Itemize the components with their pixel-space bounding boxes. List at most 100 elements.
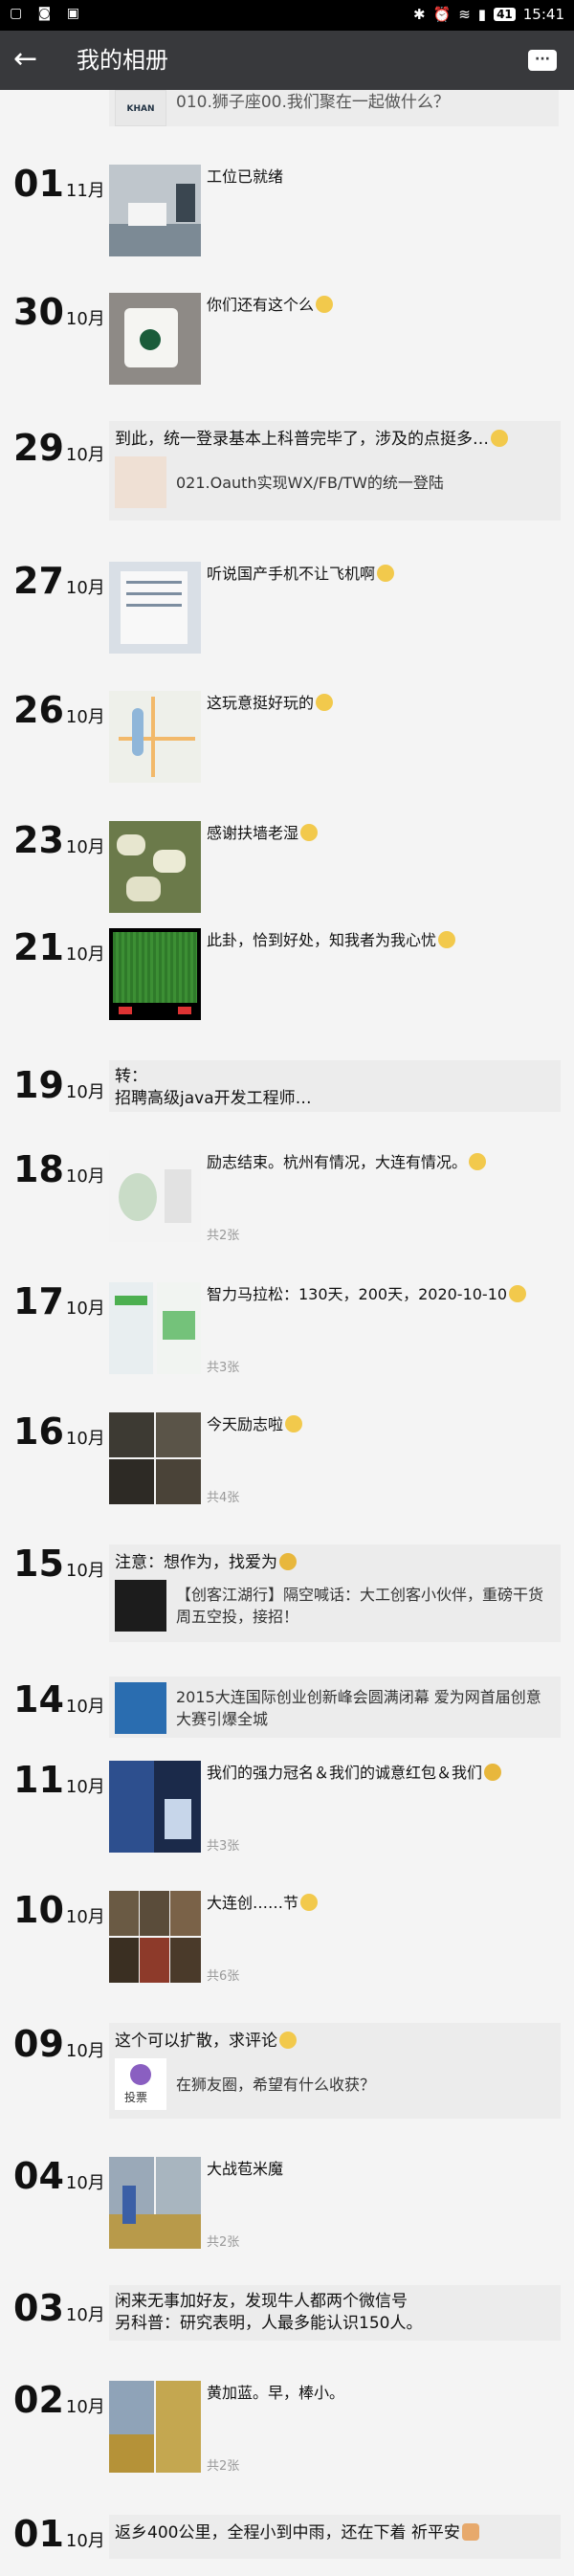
- entry-day: 02: [13, 2379, 64, 2421]
- entry-date: 23 10月: [13, 821, 105, 867]
- entry-date: 17 10月: [13, 1282, 105, 1328]
- entry-day: 10: [13, 1889, 64, 1931]
- smile-emoji-icon: [438, 931, 456, 948]
- entry-month: 10月: [65, 1907, 105, 1927]
- entry-date: 15 10月: [13, 1544, 105, 1590]
- cool-emoji-icon: [484, 1764, 502, 1781]
- message-icon[interactable]: ···: [528, 50, 557, 71]
- map-photo[interactable]: [109, 691, 201, 783]
- entry-month: 10月: [65, 2531, 105, 2551]
- shared-text-card[interactable]: 闲来无事加好友，发现牛人都两个微信号 另科普：研究表明，人最多能认识150人。: [109, 2285, 561, 2341]
- wifi-icon: ≋: [458, 6, 471, 23]
- notice-photo[interactable]: [109, 562, 201, 654]
- office-photo[interactable]: [109, 165, 201, 256]
- vote-title: 在狮友圈，希望有什么收获？: [176, 2075, 376, 2094]
- entry-date: 16 10月: [13, 1412, 105, 1458]
- linked-article[interactable]: 2015大连国际创业创新峰会圆满闭幕 爱为网首届创意大赛引爆全城: [109, 1677, 561, 1740]
- battery-level: 41: [494, 8, 516, 21]
- entry-caption: 你们还有这个么: [207, 295, 561, 316]
- pray-emoji-icon: [461, 2523, 479, 2541]
- shared-text-card[interactable]: 返乡400公里，全程小到中雨，还在下着 祈平安: [109, 2515, 561, 2559]
- entry-day: 14: [13, 1678, 64, 1721]
- shared-link-card[interactable]: KHAN 010.狮子座00.我们聚在一起做什么？: [109, 90, 559, 126]
- clock: 15:41: [522, 6, 564, 23]
- card-text: 返乡400公里，全程小到中雨，还在下着 祈平安: [109, 2515, 561, 2544]
- entry-month: 10月: [65, 1429, 105, 1449]
- field-photo[interactable]: [109, 2381, 201, 2473]
- entry-month: 10月: [65, 1082, 105, 1102]
- app-screenshot[interactable]: [109, 1282, 201, 1374]
- vote-thumbnail-label: 投票: [124, 2091, 148, 2104]
- entry-date: 29 10月: [13, 429, 105, 475]
- smile-emoji-icon: [279, 2032, 297, 2049]
- shared-text-card[interactable]: 转： 招聘高级java开发工程师…: [109, 1060, 561, 1112]
- entry-month: 10月: [65, 1561, 105, 1581]
- linked-article[interactable]: 021.Oauth实现WX/FB/TW的统一登陆: [109, 451, 561, 514]
- status-bar: ▢ ◙ ▣ ✱ ⏰ ≋ ▮ 41 15:41: [0, 0, 574, 31]
- entry-month: 10月: [65, 2305, 105, 2325]
- entry-caption: 听说国产手机不让飞机啊: [207, 564, 561, 585]
- entry-caption: 这玩意挺好玩的: [207, 693, 561, 714]
- cool-emoji-icon: [279, 1553, 297, 1570]
- status-icons: ✱ ⏰ ≋ ▮ 41 15:41: [413, 6, 564, 23]
- shared-vote-card[interactable]: 这个可以扩散，求评论 投票 在狮友圈，希望有什么收获？: [109, 2023, 561, 2119]
- linked-vote[interactable]: 投票 在狮友圈，希望有什么收获？: [109, 2053, 561, 2116]
- mug-photo[interactable]: [109, 293, 201, 385]
- entry-date: 19 10月: [13, 1066, 105, 1112]
- caption-text: 励志结束。杭州有情况，大连有情况。: [207, 1153, 468, 1171]
- photo-count: 共2张: [207, 1229, 240, 1243]
- entry-month: 10月: [65, 578, 105, 598]
- event-photo-grid[interactable]: [109, 1891, 201, 1983]
- stage-photo[interactable]: [109, 1761, 201, 1853]
- card-text: 到此，统一登录基本上科普完毕了，涉及的点挺多…: [109, 421, 561, 451]
- vote-icon: [130, 2064, 151, 2085]
- entry-date: 04 10月: [13, 2157, 105, 2203]
- entry-day: 29: [13, 427, 64, 469]
- entry-month: 10月: [65, 837, 105, 857]
- entry-caption: 大战苞米魔: [207, 2160, 284, 2178]
- article-thumbnail: [115, 1682, 166, 1734]
- photo-count: 共6张: [207, 1969, 240, 1984]
- entry-caption: 大连创……节: [207, 1893, 561, 1914]
- linked-article[interactable]: 【创客江湖行】隔空喊话：大工创客小伙伴，重磅干货周五空投，接招！: [109, 1574, 561, 1637]
- caption-text: 听说国产手机不让飞机啊: [207, 565, 376, 583]
- entry-month: 10月: [65, 1166, 105, 1187]
- back-arrow-icon[interactable]: ←: [13, 42, 37, 77]
- entry-month: 10月: [65, 707, 105, 727]
- photo-count: 共4张: [207, 1491, 240, 1505]
- entry-day: 21: [13, 926, 64, 968]
- food-photo[interactable]: [109, 821, 201, 913]
- grin-emoji-icon: [491, 430, 508, 447]
- shared-article-card[interactable]: 到此，统一登录基本上科普完毕了，涉及的点挺多… 021.Oauth实现WX/FB…: [109, 421, 561, 521]
- entry-month: 10月: [65, 1777, 105, 1797]
- shared-article-card[interactable]: 注意：想作为，找爱为 【创客江湖行】隔空喊话：大工创客小伙伴，重磅干货周五空投，…: [109, 1544, 561, 1642]
- grin-emoji-icon: [300, 824, 319, 841]
- game-screenshot[interactable]: [109, 928, 201, 1020]
- entry-day: 27: [13, 560, 64, 602]
- caption-text: 注意：想作为，找爱为: [115, 1553, 277, 1572]
- entry-month: 10月: [65, 2173, 105, 2193]
- caption-text: 智力马拉松：130天，200天，2020-10-10: [207, 1285, 508, 1303]
- caption-text: 今天励志啦: [207, 1415, 284, 1433]
- entry-day: 23: [13, 819, 64, 861]
- notification-icons: ▢ ◙ ▣: [10, 6, 85, 21]
- event-photo-grid[interactable]: [109, 1412, 201, 1504]
- entry-day: 18: [13, 1148, 64, 1190]
- entry-date: 11 10月: [13, 1761, 105, 1807]
- entry-month: 11月: [65, 181, 105, 201]
- entry-caption: 励志结束。杭州有情况，大连有情况。: [207, 1152, 561, 1173]
- link-thumbnail: KHAN: [115, 90, 166, 126]
- grin-emoji-icon: [316, 296, 334, 313]
- entry-month: 10月: [65, 309, 105, 329]
- link-title: 010.狮子座00.我们聚在一起做什么？: [176, 93, 450, 112]
- entry-day: 16: [13, 1410, 64, 1453]
- card-text: 这个可以扩散，求评论: [109, 2023, 561, 2053]
- entry-caption: 工位已就绪: [207, 167, 284, 186]
- caption-text: 此卦，恰到好处，知我者为我心忧: [207, 931, 437, 949]
- entry-month: 10月: [65, 944, 105, 965]
- entry-month: 10月: [65, 2397, 105, 2417]
- slide-photo[interactable]: [109, 1150, 201, 1242]
- field-photo[interactable]: [109, 2157, 201, 2249]
- grin-emoji-icon: [316, 694, 334, 711]
- shared-article-card[interactable]: 2015大连国际创业创新峰会圆满闭幕 爱为网首届创意大赛引爆全城: [109, 1677, 561, 1738]
